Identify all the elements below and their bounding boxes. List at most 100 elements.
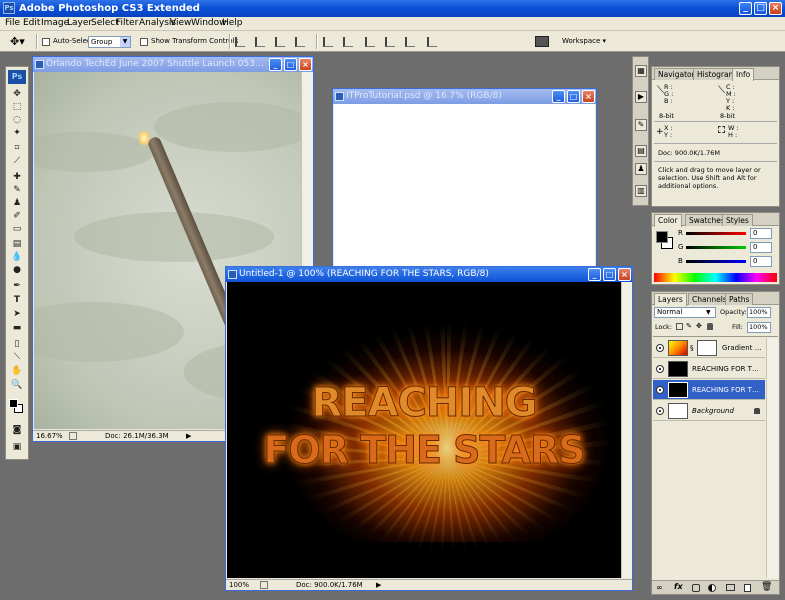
layer-row-gradient-fill[interactable]: § Gradient Fill 1 (653, 338, 765, 358)
tab-paths[interactable]: Paths (725, 293, 754, 305)
visibility-eye-icon[interactable] (656, 365, 664, 373)
brush-tool-icon[interactable]: ✎ (11, 185, 23, 195)
menu-file[interactable]: File (5, 17, 20, 30)
crop-tool-icon[interactable]: ⌗ (11, 143, 23, 153)
zoom-level[interactable]: 16.67% (36, 431, 63, 441)
itpro-document-window[interactable]: ITProTutorial.psd @ 16.7% (RGB/8) _ □ × (332, 88, 597, 270)
untitled-window-titlebar[interactable]: Untitled-1 @ 100% (REACHING FOR THE STAR… (226, 267, 632, 282)
itpro-window-titlebar[interactable]: ITProTutorial.psd @ 16.7% (RGB/8) _ □ × (333, 89, 596, 104)
untitled-document-window[interactable]: Untitled-1 @ 100% (REACHING FOR THE STAR… (225, 266, 633, 591)
trash-icon[interactable]: 🗑 (761, 582, 772, 592)
distribute-right-icon[interactable] (427, 37, 437, 47)
lock-all-icon[interactable] (707, 323, 713, 330)
distribute-hcenter-icon[interactable] (405, 37, 415, 47)
slice-tool-icon[interactable]: ⟋ (11, 156, 23, 166)
lock-pixels-icon[interactable]: ✎ (686, 322, 692, 330)
eraser-tool-icon[interactable]: ▭ (11, 224, 23, 234)
dodge-tool-icon[interactable]: ● (11, 265, 23, 275)
red-slider[interactable] (686, 232, 746, 235)
menu-layer[interactable]: Layer (67, 17, 92, 30)
magic-wand-tool-icon[interactable]: ✦ (11, 128, 23, 138)
screen-mode-icon[interactable]: ▣ (11, 442, 23, 452)
pen-tool-icon[interactable]: ✒ (11, 281, 23, 291)
tab-color[interactable]: Color (654, 214, 682, 227)
zoom-level[interactable]: 100% (229, 580, 249, 590)
align-left-icon[interactable] (295, 37, 305, 47)
clone-source-icon[interactable]: ♟ (635, 163, 647, 175)
lock-transparent-icon[interactable] (676, 323, 683, 330)
history-panel-icon[interactable]: ▦ (635, 65, 647, 77)
blur-tool-icon[interactable]: 💧 (11, 252, 23, 262)
notes-tool-icon[interactable]: ▯ (11, 339, 23, 349)
brushes-panel-icon[interactable]: ▤ (635, 145, 647, 157)
green-slider[interactable] (686, 246, 746, 249)
path-selection-tool-icon[interactable]: ➤ (11, 309, 23, 319)
layer-mask-icon[interactable] (692, 584, 700, 592)
quick-mask-icon[interactable]: ◙ (11, 425, 23, 435)
tab-info[interactable]: Info (732, 68, 755, 81)
menu-help[interactable]: Help (222, 17, 243, 30)
tab-navigator[interactable]: Navigator (654, 68, 699, 80)
reaching-for-the-stars-canvas[interactable]: REACHING FOR THE STARS (227, 282, 621, 578)
adjustment-layer-icon[interactable] (708, 584, 716, 592)
distribute-top-icon[interactable] (323, 37, 333, 47)
auto-select-dropdown[interactable]: Group ▼ (88, 36, 131, 48)
transform-controls-checkbox[interactable] (140, 38, 148, 46)
red-value-input[interactable]: 0 (750, 228, 772, 239)
new-layer-icon[interactable] (744, 584, 751, 592)
visibility-eye-icon[interactable] (656, 386, 664, 394)
layer-row-background[interactable]: Background (653, 401, 765, 421)
align-vcenter-icon[interactable] (255, 37, 265, 47)
lasso-tool-icon[interactable]: ◌ (11, 115, 23, 125)
close-icon[interactable]: × (299, 58, 312, 71)
minimize-icon[interactable]: _ (269, 58, 282, 71)
close-icon[interactable]: × (769, 2, 782, 15)
color-spectrum-bar[interactable] (654, 273, 777, 282)
status-menu-arrow-icon[interactable]: ▶ (186, 431, 191, 441)
menu-filter[interactable]: Filter (116, 17, 138, 30)
minimize-icon[interactable]: _ (588, 268, 601, 281)
opacity-input[interactable]: 100% (747, 307, 771, 318)
eyedropper-tool-icon[interactable]: ⟍ (11, 352, 23, 362)
close-icon[interactable]: × (582, 90, 595, 103)
workspace-button[interactable]: Workspace ▾ (562, 37, 606, 45)
lock-position-icon[interactable]: ✥ (696, 322, 702, 330)
actions-panel-icon[interactable]: ▶ (635, 91, 647, 103)
bridge-icon[interactable] (535, 36, 549, 47)
distribute-bottom-icon[interactable] (365, 37, 375, 47)
auto-select-checkbox[interactable] (42, 38, 50, 46)
maximize-icon[interactable]: □ (754, 2, 767, 15)
layers-scrollbar[interactable] (766, 338, 778, 578)
move-tool-icon[interactable]: ✥▾ (10, 35, 32, 48)
close-icon[interactable]: × (618, 268, 631, 281)
menu-image[interactable]: Image (41, 17, 69, 30)
layer-style-icon[interactable]: fx (674, 582, 683, 591)
maximize-icon[interactable]: □ (603, 268, 616, 281)
visibility-eye-icon[interactable] (656, 344, 664, 352)
tool-presets-icon[interactable]: ✎ (635, 119, 647, 131)
healing-brush-tool-icon[interactable]: ✚ (11, 172, 23, 182)
menu-view[interactable]: View (170, 17, 191, 30)
visibility-eye-icon[interactable] (656, 407, 664, 415)
tab-layers[interactable]: Layers (654, 293, 687, 306)
minimize-icon[interactable]: _ (739, 2, 752, 15)
minimize-icon[interactable]: _ (552, 90, 565, 103)
gradient-tool-icon[interactable]: ▤ (11, 239, 23, 249)
align-bottom-icon[interactable] (275, 37, 285, 47)
app-title-bar[interactable]: Ps Adobe Photoshop CS3 Extended _ □ × (0, 0, 785, 17)
blend-mode-dropdown[interactable]: Normal ▼ (654, 307, 716, 318)
distribute-vcenter-icon[interactable] (343, 37, 353, 47)
marquee-tool-icon[interactable]: ⬚ (11, 102, 23, 112)
maximize-icon[interactable]: □ (567, 90, 580, 103)
status-icon[interactable] (69, 432, 77, 440)
layer-comps-icon[interactable]: ▥ (635, 185, 647, 197)
type-tool-icon[interactable]: T (11, 295, 23, 305)
layer-row-reaching-1[interactable]: REACHING FOR THE S... (653, 359, 765, 379)
foreground-color-swatch[interactable] (9, 399, 18, 408)
itpro-canvas[interactable] (334, 104, 595, 268)
hand-tool-icon[interactable]: ✋ (11, 366, 23, 376)
blue-slider[interactable] (686, 260, 746, 263)
new-group-icon[interactable] (726, 584, 735, 591)
menu-edit[interactable]: Edit (23, 17, 40, 30)
shuttle-window-titlebar[interactable]: Orlando TechEd June 2007 Shuttle Launch … (33, 57, 313, 72)
